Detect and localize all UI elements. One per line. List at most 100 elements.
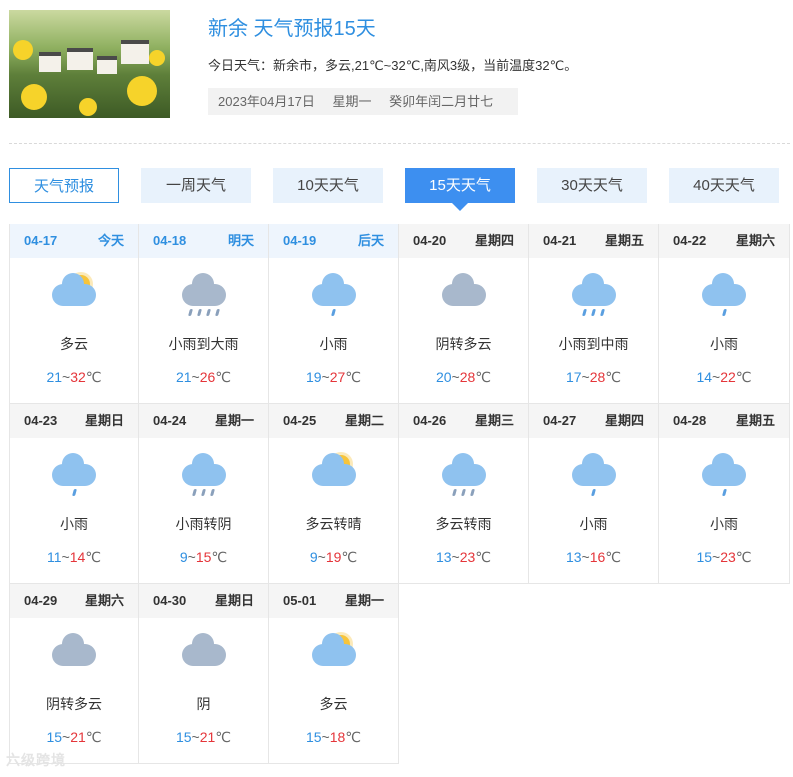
overcast-icon bbox=[50, 633, 98, 678]
temp-separator: ~ bbox=[712, 369, 721, 385]
current-date: 2023年04月17日 bbox=[218, 94, 315, 109]
forecast-day-card[interactable]: 04-23 星期日 小雨 11~14℃ bbox=[9, 404, 139, 584]
tab-10-day-weather[interactable]: 10天天气 bbox=[273, 168, 383, 203]
forecast-date: 05-01 bbox=[283, 593, 317, 608]
forecast-day-card[interactable]: 04-20 星期四 阴转多云 20~28℃ bbox=[399, 224, 529, 404]
temp-unit: ℃ bbox=[735, 369, 752, 385]
temp-unit: ℃ bbox=[605, 549, 622, 565]
forecast-day-card[interactable]: 04-27 星期四 小雨 13~16℃ bbox=[529, 404, 659, 584]
photo-flower bbox=[21, 84, 47, 110]
forecast-weekday: 星期日 bbox=[84, 413, 124, 428]
tab-week-weather[interactable]: 一周天气 bbox=[141, 168, 251, 203]
temperature-range: 13~16℃ bbox=[529, 549, 658, 566]
high-temp: 15 bbox=[195, 549, 212, 565]
forecast-date: 04-17 bbox=[24, 233, 58, 248]
temp-separator: ~ bbox=[187, 549, 196, 565]
raindrops-icon bbox=[570, 489, 618, 496]
cloud-icon bbox=[52, 273, 96, 306]
cloud-icon bbox=[702, 453, 746, 486]
day-header: 05-01 星期一 bbox=[269, 584, 398, 618]
forecast-day-card[interactable]: 05-01 星期一多云 15~18℃ bbox=[269, 584, 399, 764]
photo-flower bbox=[149, 50, 165, 66]
high-temp: 32 bbox=[70, 369, 86, 385]
weather-condition: 阴 bbox=[196, 696, 211, 712]
forecast-day-card[interactable]: 04-29 星期六 阴转多云 15~21℃ bbox=[9, 584, 139, 764]
temp-separator: ~ bbox=[321, 369, 330, 385]
weather-condition: 小雨 bbox=[319, 336, 348, 352]
raindrops-icon bbox=[570, 309, 618, 316]
raindrops-icon bbox=[440, 489, 488, 496]
current-weekday: 星期一 bbox=[332, 94, 372, 109]
temp-unit: ℃ bbox=[85, 729, 102, 745]
rain-to-overcast-icon bbox=[180, 453, 228, 498]
overcast-icon bbox=[180, 633, 228, 678]
forecast-day-card[interactable]: 04-19 后天 小雨 19~27℃ bbox=[269, 224, 399, 404]
low-temp: 11 bbox=[46, 549, 62, 565]
forecast-day-card[interactable]: 04-17 今天 多云 21~32℃ bbox=[9, 224, 139, 404]
forecast-day-card[interactable]: 04-18 明天 小雨到大雨 21~26℃ bbox=[139, 224, 269, 404]
tab-weather-forecast[interactable]: 天气预报 bbox=[9, 168, 119, 203]
day-header: 04-24 星期一 bbox=[139, 404, 268, 438]
today-summary: 今日天气：新余市，多云,21℃~32℃,南风3级，当前温度32℃。 bbox=[208, 58, 578, 73]
high-temp: 23 bbox=[459, 549, 476, 565]
forecast-date: 04-26 bbox=[413, 413, 447, 428]
forecast-day-card[interactable]: 04-30 星期日阴 15~21℃ bbox=[139, 584, 269, 764]
forecast-day-card[interactable]: 04-28 星期五 小雨 15~23℃ bbox=[659, 404, 790, 584]
cloud-icon bbox=[441, 273, 486, 306]
raindrops-icon bbox=[700, 489, 748, 496]
day-header: 04-28 星期五 bbox=[659, 404, 789, 438]
page-title: 新余 天气预报15天 bbox=[208, 18, 376, 40]
weather-condition: 多云 bbox=[319, 696, 348, 712]
forecast-day-card[interactable]: 04-24 星期一 小雨转阴 9~15℃ bbox=[139, 404, 269, 584]
forecast-weekday: 星期二 bbox=[344, 413, 384, 428]
temperature-range: 13~23℃ bbox=[399, 549, 528, 566]
tab-40-day-weather[interactable]: 40天天气 bbox=[669, 168, 779, 203]
temp-unit: ℃ bbox=[85, 369, 102, 385]
cloud-icon bbox=[52, 453, 96, 486]
low-temp: 21 bbox=[175, 369, 192, 385]
forecast-weekday: 星期四 bbox=[474, 233, 514, 248]
forecast-day-card[interactable]: 04-26 星期三 多云转雨 13~23℃ bbox=[399, 404, 529, 584]
cloud-icon bbox=[571, 453, 616, 486]
weather-condition: 多云 bbox=[60, 336, 88, 352]
photo-house bbox=[121, 40, 149, 64]
cloud-icon bbox=[311, 633, 356, 666]
low-temp: 17 bbox=[565, 369, 582, 385]
cloudy-to-rain-icon bbox=[440, 453, 488, 498]
forecast-weekday: 星期日 bbox=[214, 593, 254, 608]
forecast-date: 04-21 bbox=[543, 233, 577, 248]
forecast-day-card[interactable]: 04-22 星期六 小雨 14~22℃ bbox=[659, 224, 790, 404]
tab-30-day-weather[interactable]: 30天天气 bbox=[537, 168, 647, 203]
temp-separator: ~ bbox=[317, 549, 326, 565]
temp-separator: ~ bbox=[191, 369, 200, 385]
forecast-day-card[interactable]: 04-25 星期二 多云转晴 9~19℃ bbox=[269, 404, 399, 584]
light-rain-icon bbox=[310, 273, 358, 318]
tab-15-day-weather[interactable]: 15天天气 bbox=[405, 168, 515, 211]
cloud-icon bbox=[702, 273, 746, 306]
forecast-weekday: 星期五 bbox=[735, 413, 775, 428]
low-temp: 9 bbox=[309, 549, 318, 565]
temp-unit: ℃ bbox=[475, 369, 492, 385]
high-temp: 18 bbox=[329, 729, 346, 745]
day-header: 04-26 星期三 bbox=[399, 404, 528, 438]
light-rain-icon bbox=[570, 453, 618, 498]
forecast-weekday: 后天 bbox=[357, 233, 384, 248]
forecast-date: 04-29 bbox=[24, 593, 58, 608]
temp-unit: ℃ bbox=[341, 549, 358, 565]
lunar-date: 癸卯年闰二月廿七 bbox=[389, 94, 494, 109]
temperature-range: 15~18℃ bbox=[269, 729, 398, 746]
temp-separator: ~ bbox=[191, 729, 200, 745]
photo-flower bbox=[127, 76, 157, 106]
cloud-icon bbox=[181, 633, 226, 666]
partly-cloudy-icon bbox=[50, 273, 98, 318]
day-header: 04-17 今天 bbox=[10, 224, 138, 258]
temp-separator: ~ bbox=[451, 549, 460, 565]
photo-house bbox=[97, 56, 117, 74]
day-header: 04-18 明天 bbox=[139, 224, 268, 258]
forecast-day-card[interactable]: 04-21 星期五 小雨到中雨 17~28℃ bbox=[529, 224, 659, 404]
forecast-weekday: 星期四 bbox=[604, 413, 644, 428]
temperature-range: 9~19℃ bbox=[269, 549, 398, 566]
photo-flower bbox=[13, 40, 33, 60]
temp-unit: ℃ bbox=[345, 729, 362, 745]
temp-unit: ℃ bbox=[215, 729, 232, 745]
